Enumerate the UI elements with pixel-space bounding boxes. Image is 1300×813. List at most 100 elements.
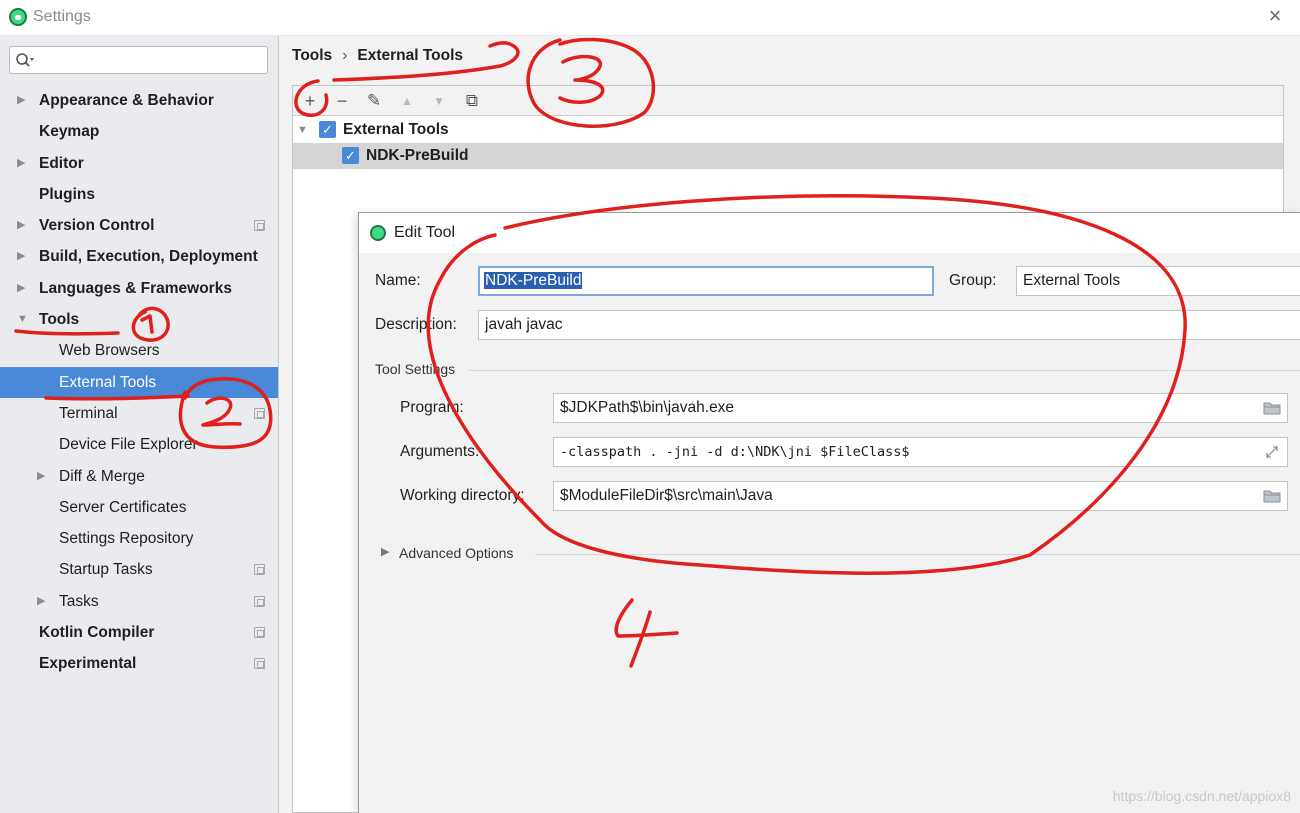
sidebar-item-build-execution-deployment[interactable]: ▶ Build, Execution, Deployment: [0, 241, 278, 272]
sidebar-item-web-browsers[interactable]: Web Browsers: [0, 335, 278, 366]
edit-icon[interactable]: ✎: [363, 90, 385, 112]
sidebar-item-label: Startup Tasks: [59, 561, 153, 579]
sidebar-item-label: Web Browsers: [59, 342, 160, 360]
sidebar-item-label: Build, Execution, Deployment: [39, 248, 258, 266]
remove-icon[interactable]: −: [331, 90, 353, 112]
section-divider: [469, 370, 1300, 371]
tree-row-tool[interactable]: ✓ NDK-PreBuild: [293, 143, 1283, 169]
description-field[interactable]: javah javac: [478, 310, 1300, 340]
title-bar: Settings ×: [0, 0, 1300, 36]
settings-sidebar: ▶ Appearance & Behavior Keymap ▶ Editor Plugi…: [0, 36, 279, 813]
collapsed-arrow-icon[interactable]: ▶: [37, 461, 49, 492]
sidebar-item-label: Appearance & Behavior: [39, 92, 214, 109]
search-input[interactable]: [9, 46, 268, 74]
dialog-title-bar: Edit Tool: [359, 213, 1300, 253]
sidebar-item-experimental[interactable]: Experimental: [0, 648, 278, 679]
move-up-icon[interactable]: ▲: [396, 90, 418, 112]
group-combobox[interactable]: External Tools: [1016, 266, 1300, 296]
collapsed-arrow-icon[interactable]: ▶: [17, 273, 29, 304]
program-value: $JDKPath$\bin\javah.exe: [560, 399, 735, 416]
window-title: Settings: [33, 8, 91, 25]
tool-checkbox[interactable]: ✓: [342, 147, 359, 164]
settings-nav-tree: ▶ Appearance & Behavior Keymap ▶ Editor Plugi…: [0, 85, 278, 680]
add-icon[interactable]: +: [299, 90, 321, 112]
tool-settings-label: Tool Settings: [375, 361, 456, 377]
sidebar-item-label: Plugins: [39, 185, 95, 203]
expanded-arrow-icon[interactable]: ▼: [17, 304, 29, 335]
folder-icon[interactable]: [1263, 489, 1281, 503]
close-button[interactable]: ×: [1264, 5, 1286, 28]
copy-icon[interactable]: ⧉: [461, 90, 483, 112]
sidebar-item-label: Kotlin Compiler: [39, 624, 155, 642]
sidebar-item-label: External Tools: [59, 373, 157, 391]
project-level-icon: [254, 595, 265, 607]
sidebar-item-version-control[interactable]: ▶ Version Control: [0, 210, 278, 241]
project-level-icon: [254, 627, 265, 639]
working-directory-label: Working directory:: [400, 487, 525, 504]
sidebar-item-appearance-behavior[interactable]: ▶ Appearance & Behavior: [0, 85, 278, 116]
sidebar-item-label: Experimental: [39, 655, 137, 673]
advanced-options-toggle[interactable]: Advanced Options: [399, 545, 513, 561]
working-directory-field[interactable]: $ModuleFileDir$\src\main\Java: [553, 481, 1288, 511]
sidebar-item-label: Version Control: [39, 217, 155, 235]
sidebar-item-label: Terminal: [59, 404, 118, 422]
collapsed-arrow-icon[interactable]: ▶: [37, 586, 49, 617]
expand-arrow-icon[interactable]: ▼: [297, 117, 308, 143]
program-field[interactable]: $JDKPath$\bin\javah.exe: [553, 393, 1288, 423]
sidebar-item-settings-repository[interactable]: Settings Repository: [0, 523, 278, 554]
program-label: Program:: [400, 399, 464, 416]
tree-row-group[interactable]: ▼ ✓ External Tools: [293, 117, 1283, 143]
arguments-field[interactable]: -classpath . -jni -d d:\NDK\jni $FileCla…: [553, 437, 1288, 467]
sidebar-item-label: Languages & Frameworks: [39, 279, 232, 297]
collapsed-arrow-icon[interactable]: ▶: [17, 85, 29, 116]
tools-toolbar: + − ✎ ▲ ▼ ⧉: [293, 86, 1283, 116]
group-label: External Tools: [343, 121, 449, 138]
sidebar-item-external-tools[interactable]: External Tools: [0, 366, 278, 398]
name-value: NDK-PreBuild: [484, 272, 583, 289]
sidebar-item-server-certificates[interactable]: Server Certificates: [0, 492, 278, 523]
sidebar-item-startup-tasks[interactable]: Startup Tasks: [0, 554, 278, 585]
sidebar-item-terminal[interactable]: Terminal: [0, 398, 278, 429]
sidebar-item-languages-frameworks[interactable]: ▶ Languages & Frameworks: [0, 273, 278, 304]
breadcrumb-separator: ›: [342, 47, 348, 64]
project-level-icon: [254, 407, 265, 419]
sidebar-item-label: Editor: [39, 154, 84, 172]
sidebar-item-tasks[interactable]: ▶ Tasks: [0, 586, 278, 617]
expand-icon[interactable]: [1263, 445, 1281, 459]
arguments-label: Arguments:: [400, 443, 480, 460]
collapsed-arrow-icon[interactable]: ▶: [17, 148, 29, 179]
tool-label: NDK-PreBuild: [366, 147, 469, 164]
sidebar-item-label: Diff & Merge: [59, 467, 145, 485]
group-checkbox[interactable]: ✓: [319, 121, 336, 138]
sidebar-item-plugins[interactable]: Plugins: [0, 179, 278, 210]
arguments-value: -classpath . -jni -d d:\NDK\jni $FileCla…: [560, 444, 910, 460]
sidebar-item-editor[interactable]: ▶ Editor: [0, 148, 278, 179]
folder-icon[interactable]: [1263, 401, 1281, 415]
sidebar-item-label: Tools: [39, 311, 80, 329]
sidebar-item-diff-merge[interactable]: ▶ Diff & Merge: [0, 461, 278, 492]
sidebar-item-device-file-explorer[interactable]: Device File Explorer: [0, 429, 278, 460]
advanced-divider: [535, 554, 1300, 555]
description-label: Description:: [375, 316, 457, 333]
sidebar-item-label: Device File Explorer: [59, 436, 198, 454]
search-icon: [16, 53, 34, 67]
android-studio-logo-icon: [370, 225, 386, 241]
dialog-title: Edit Tool: [394, 224, 456, 241]
edit-tool-dialog: Edit Tool Name: NDK-PreBuild Group: Exte…: [358, 212, 1300, 813]
advanced-options-arrow-icon[interactable]: ▶: [381, 545, 389, 558]
group-label: Group:: [949, 272, 997, 289]
move-down-icon[interactable]: ▼: [428, 90, 450, 112]
sidebar-item-tools[interactable]: ▼ Tools: [0, 304, 278, 335]
breadcrumb-current: External Tools: [357, 47, 464, 64]
breadcrumb-parent[interactable]: Tools: [292, 47, 332, 64]
android-studio-logo-icon: [9, 8, 27, 26]
sidebar-item-label: Keymap: [39, 123, 100, 141]
sidebar-item-kotlin-compiler[interactable]: Kotlin Compiler: [0, 617, 278, 648]
name-field[interactable]: NDK-PreBuild: [478, 266, 934, 296]
collapsed-arrow-icon[interactable]: ▶: [17, 241, 29, 272]
sidebar-item-keymap[interactable]: Keymap: [0, 116, 278, 147]
settings-window: Settings × ▶ Appearance & Behavior Keymap ▶…: [0, 0, 1300, 813]
collapsed-arrow-icon[interactable]: ▶: [17, 210, 29, 241]
project-level-icon: [254, 220, 265, 232]
sidebar-item-label: Server Certificates: [59, 498, 187, 516]
